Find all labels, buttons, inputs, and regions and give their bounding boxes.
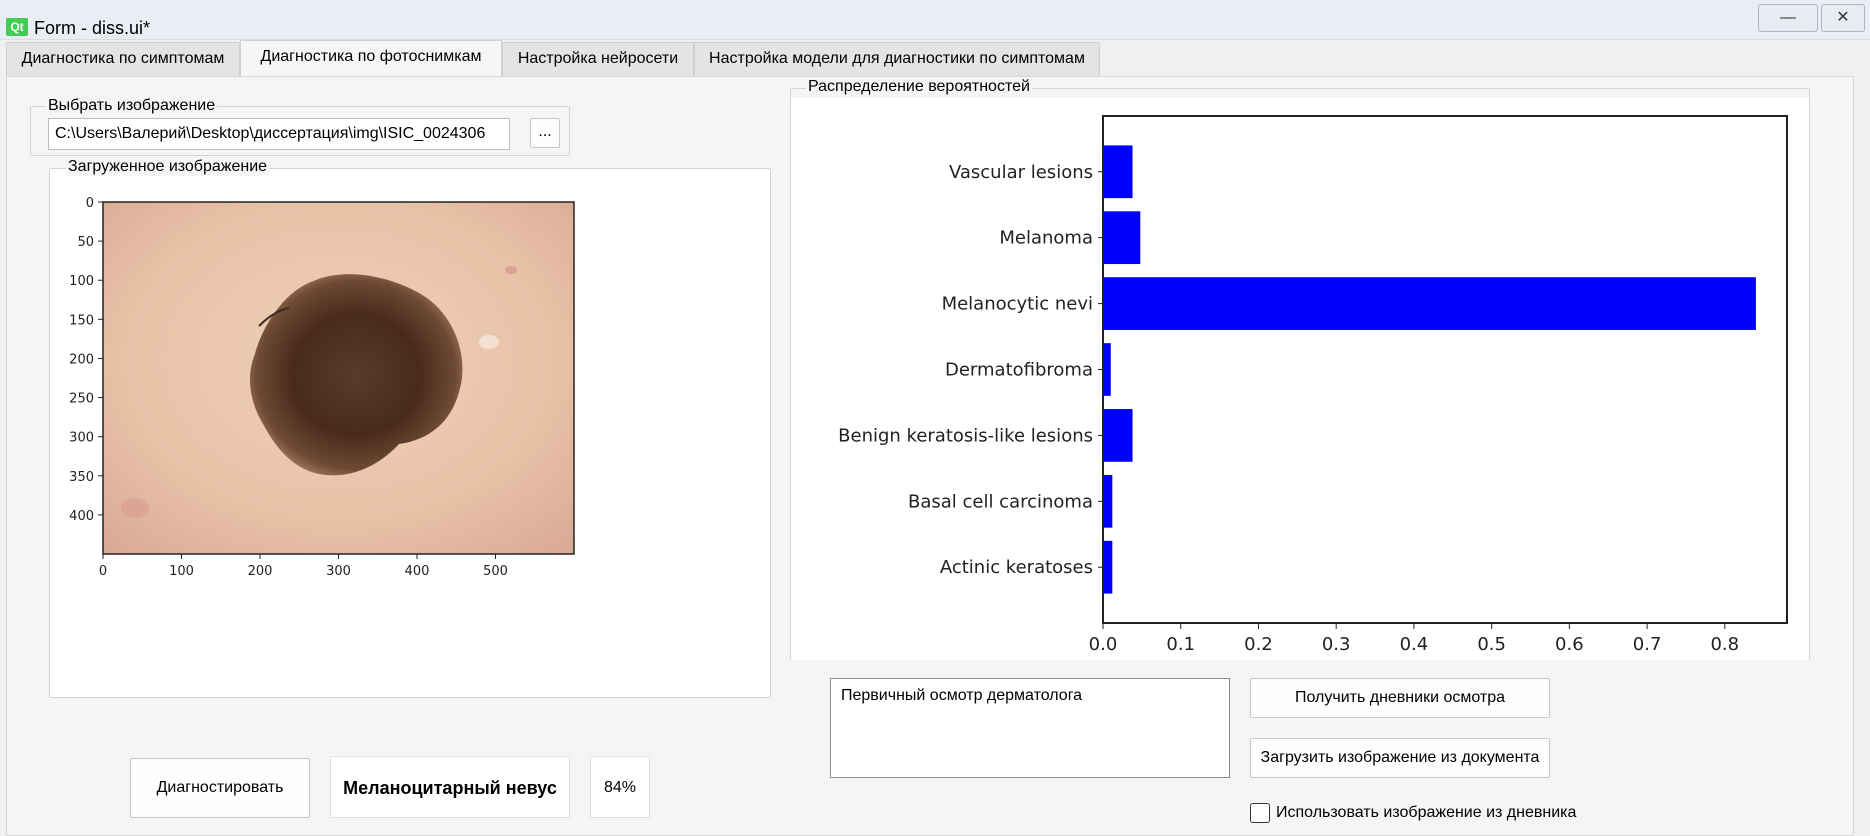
loaded-image-plot: 0 50 100 150 200 250 300 350 400 0 100 200 300 400 50… [69, 196, 575, 579]
browse-button[interactable]: ... [530, 118, 560, 148]
chart-bar [1103, 145, 1133, 199]
chart-category-label: Vascular lesions [949, 162, 1093, 183]
tab-symptom-model-settings[interactable]: Настройка модели для диагностики по симп… [694, 42, 1100, 76]
chart-x-tick-label: 0.2 [1244, 634, 1273, 655]
chart-category-label: Melanocytic nevi [942, 294, 1093, 315]
chart-x-tick-label: 0.3 [1322, 634, 1351, 655]
chart-bar [1103, 474, 1113, 528]
image-path-input[interactable]: C:\Users\Валерий\Desktop\диссертация\img… [48, 118, 510, 150]
image-y-tick-label: 250 [69, 392, 94, 407]
chart-x-tick-label: 0.4 [1400, 634, 1429, 655]
window-title: Form - diss.ui* [34, 18, 151, 38]
image-x-tick-label: 100 [169, 564, 194, 579]
image-y-tick-label: 0 [86, 196, 94, 211]
chart-value-axis: 0.0 0.1 0.2 0.3 0.4 0.5 0.6 0.7 0.8 [1089, 623, 1739, 655]
image-y-tick-label: 350 [69, 470, 94, 485]
image-x-axis: 0 100 200 300 400 500 [99, 554, 508, 579]
chart-x-tick-label: 0.7 [1633, 634, 1662, 655]
chart-bar [1103, 343, 1111, 396]
chart-x-tick-label: 0.6 [1555, 634, 1584, 655]
load-from-document-button[interactable]: Загрузить изображение из документа [1250, 738, 1550, 778]
use-diary-image-checkbox[interactable] [1250, 803, 1270, 823]
chart-x-tick-label: 0.0 [1089, 634, 1118, 655]
image-x-tick-label: 200 [248, 564, 273, 579]
image-y-tick-label: 300 [69, 431, 94, 446]
chart-category-label: Benign keratosis-like lesions [838, 425, 1093, 446]
probability-title: Распределение вероятностей [806, 78, 1032, 96]
chart-bars [1103, 145, 1756, 594]
tab-bar: Диагностика по симптомам Диагностика по … [0, 40, 1870, 77]
chart-bar [1103, 277, 1756, 330]
minimize-button[interactable]: — [1758, 4, 1818, 32]
chart-bar [1103, 211, 1141, 265]
confidence-label: 84% [590, 756, 650, 818]
probability-chart: Actinic keratoses Basal cell carcinoma Ben… [791, 98, 1809, 660]
diary-text-area[interactable]: Первичный осмотр дерматолога [830, 678, 1230, 778]
image-y-tick-label: 400 [69, 509, 94, 524]
get-diaries-button[interactable]: Получить дневники осмотра [1250, 678, 1550, 718]
image-x-tick-label: 500 [483, 564, 508, 579]
tab-symptom-diagnosis[interactable]: Диагностика по симптомам [6, 42, 240, 76]
chart-category-label: Melanoma [999, 228, 1093, 249]
close-button[interactable]: ✕ [1821, 4, 1865, 32]
loaded-image-title: Загруженное изображение [66, 158, 270, 176]
chart-category-axis: Actinic keratoses Basal cell carcinoma Ben… [838, 162, 1103, 578]
chart-bar [1103, 409, 1133, 462]
chart-category-label: Dermatofibroma [945, 360, 1093, 381]
chart-x-tick-label: 0.5 [1477, 634, 1506, 655]
tab-neural-network-settings[interactable]: Настройка нейросети [502, 42, 694, 76]
image-x-tick-label: 0 [99, 564, 107, 579]
chart-x-tick-label: 0.1 [1166, 634, 1195, 655]
image-y-tick-label: 50 [77, 235, 94, 250]
image-y-tick-label: 150 [69, 313, 94, 328]
diagnosis-result-label: Меланоцитарный невус [330, 756, 570, 818]
tab-photo-diagnosis[interactable]: Диагностика по фотоснимкам [240, 40, 502, 77]
skin-lesion-image [103, 202, 574, 554]
chart-x-tick-label: 0.8 [1710, 634, 1739, 655]
chart-plot-area [1102, 115, 1788, 624]
image-y-tick-label: 200 [69, 352, 94, 367]
chart-category-label: Actinic keratoses [940, 557, 1093, 578]
diagnose-button[interactable]: Диагностировать [130, 758, 310, 818]
chart-category-label: Basal cell carcinoma [908, 491, 1093, 512]
image-y-axis: 0 50 100 150 200 250 300 350 400 [69, 196, 103, 524]
select-image-title: Выбрать изображение [46, 97, 218, 115]
qt-logo-icon: Qt [6, 18, 28, 36]
image-y-tick-label: 100 [69, 274, 94, 289]
use-diary-image-label: Использовать изображение из дневника [1276, 804, 1577, 821]
image-x-tick-label: 400 [405, 564, 430, 579]
title-bar: Qt Form - diss.ui* — ✕ [0, 0, 1870, 40]
image-x-tick-label: 300 [326, 564, 351, 579]
chart-bar [1103, 540, 1113, 594]
